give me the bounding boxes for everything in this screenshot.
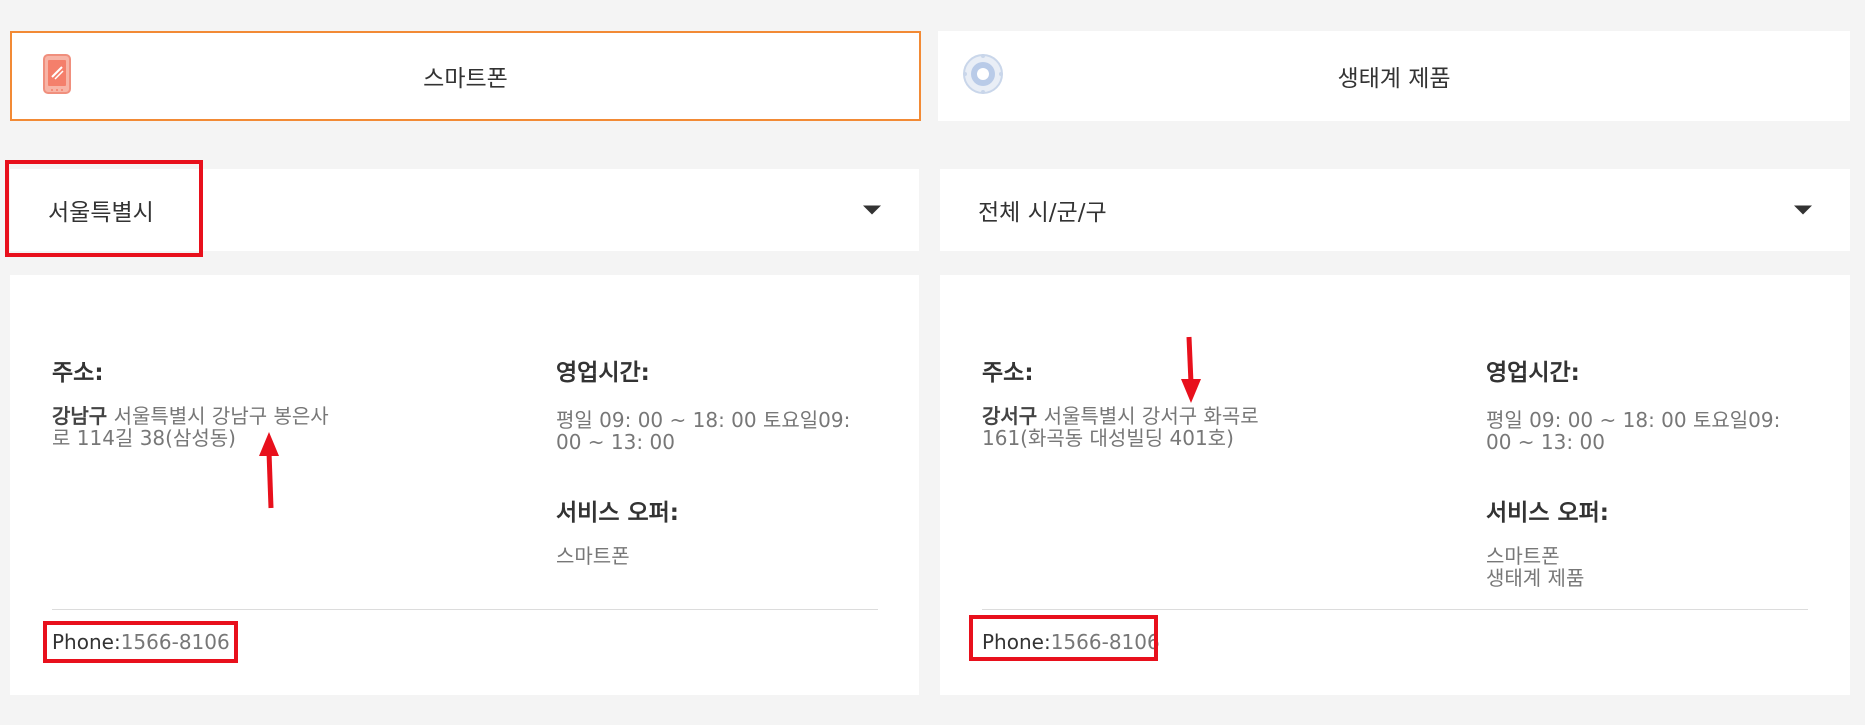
tab-smartphone[interactable]: 스마트폰 (10, 31, 921, 121)
service-item: 생태계 제품 (1486, 566, 1585, 590)
address-line-1: 서울특별시 강서구 화곡로 (1043, 404, 1259, 428)
phone-label: Phone: (52, 630, 121, 654)
hours-label: 영업시간: (556, 360, 650, 386)
services-label: 서비스 오퍼: (556, 500, 680, 526)
chevron-down-icon (863, 205, 881, 215)
services-label: 서비스 오퍼: (1486, 500, 1610, 526)
hours-line-2: 00 ~ 13: 00 (556, 430, 675, 454)
card-divider (52, 609, 878, 610)
phone-info: Phone:1566-8106 (52, 630, 230, 654)
address-value: 강남구 서울특별시 강남구 봉은사 로 114길 38(삼성동) (52, 405, 472, 449)
phone-number[interactable]: 1566-8106 (121, 630, 230, 654)
address-label: 주소: (52, 360, 104, 386)
service-item: 스마트폰 (556, 544, 630, 568)
hours-line-1: 평일 09: 00 ~ 18: 00 토요일09: (556, 408, 851, 432)
chevron-down-icon (1794, 205, 1812, 215)
hours-line-1: 평일 09: 00 ~ 18: 00 토요일09: (1486, 408, 1781, 432)
store-card: 주소: 강남구 서울특별시 강남구 봉은사 로 114길 38(삼성동) 영업시… (10, 275, 919, 695)
phone-number[interactable]: 1566-8106 (1051, 630, 1160, 654)
hours-label: 영업시간: (1486, 360, 1580, 386)
service-item: 스마트폰 (1486, 544, 1560, 568)
city-select[interactable]: 서울특별시 (10, 169, 919, 251)
address-line-2: 161(화곡동 대성빌딩 401호) (982, 426, 1234, 450)
card-divider (982, 609, 1808, 610)
address-value: 강서구 서울특별시 강서구 화곡로 161(화곡동 대성빌딩 401호) (982, 405, 1402, 449)
services-list: 스마트폰 생태계 제품 (1486, 545, 1584, 589)
store-card: 주소: 강서구 서울특별시 강서구 화곡로 161(화곡동 대성빌딩 401호)… (940, 275, 1850, 695)
services-list: 스마트폰 (556, 545, 630, 567)
hours-value: 평일 09: 00 ~ 18: 00 토요일09: 00 ~ 13: 00 (1486, 409, 1826, 453)
hours-value: 평일 09: 00 ~ 18: 00 토요일09: 00 ~ 13: 00 (556, 409, 896, 453)
hours-line-2: 00 ~ 13: 00 (1486, 430, 1605, 454)
city-select-value: 서울특별시 (48, 200, 154, 226)
tab-ecosystem[interactable]: 생태계 제품 (938, 31, 1850, 121)
address-label: 주소: (982, 360, 1034, 386)
tab-smartphone-label: 스마트폰 (423, 66, 508, 92)
address-line-2: 로 114길 38(삼성동) (52, 426, 236, 450)
tab-ecosystem-label: 생태계 제품 (1337, 66, 1451, 92)
phone-label: Phone: (982, 630, 1051, 654)
district-select[interactable]: 전체 시/군/구 (940, 169, 1850, 251)
district-select-value: 전체 시/군/구 (978, 200, 1107, 226)
address-district: 강서구 (982, 404, 1038, 428)
address-line-1: 서울특별시 강남구 봉은사 (113, 404, 329, 428)
phone-info: Phone:1566-8106 (982, 630, 1160, 654)
address-district: 강남구 (52, 404, 108, 428)
